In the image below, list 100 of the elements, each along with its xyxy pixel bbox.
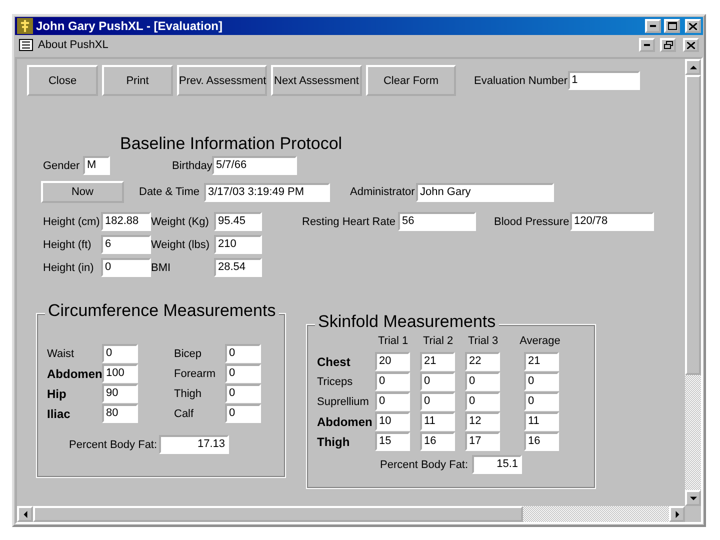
- minimize-icon: [650, 25, 656, 27]
- field-label: Weight (lbs): [151, 238, 210, 250]
- restore-icon: [664, 41, 672, 49]
- field-label: Percent Body Fat:: [69, 438, 158, 450]
- field-label: Height (in): [43, 262, 95, 274]
- field-label: Abdomen: [47, 366, 102, 380]
- field-label: Height (ft): [43, 238, 92, 250]
- column-header: Average: [518, 335, 562, 347]
- input-field[interactable]: 0: [101, 258, 151, 277]
- input-field[interactable]: 182.88: [101, 212, 151, 231]
- scroll-right-button[interactable]: [669, 506, 685, 522]
- field-label: Waist: [47, 348, 76, 360]
- input-field[interactable]: 0: [524, 372, 559, 391]
- input-field[interactable]: 56: [398, 212, 476, 231]
- restore-button[interactable]: [660, 38, 676, 52]
- scroll-down-button[interactable]: [685, 490, 701, 506]
- field-label: Thigh: [317, 434, 351, 448]
- input-field[interactable]: 28.54: [214, 258, 262, 277]
- input-field[interactable]: 12: [465, 412, 500, 431]
- input-field[interactable]: 21: [524, 352, 559, 371]
- close-button[interactable]: [685, 19, 701, 33]
- field-label: Abdomen: [317, 414, 374, 428]
- input-field[interactable]: 21: [420, 352, 455, 371]
- field-label: Blood Pressure: [494, 216, 570, 228]
- menu-item[interactable]: About PushXL: [38, 39, 634, 51]
- field-label: Evaluation Number: [474, 74, 568, 86]
- field-label: Forearm: [174, 368, 217, 380]
- input-field[interactable]: 16: [524, 432, 559, 451]
- input-field[interactable]: 0: [102, 344, 138, 363]
- input-field[interactable]: 17: [465, 432, 500, 451]
- administrator-field[interactable]: John Gary: [416, 182, 554, 202]
- maximize-button[interactable]: [664, 19, 680, 33]
- horizontal-scrollbar[interactable]: [17, 506, 685, 522]
- input-field[interactable]: 0: [465, 392, 500, 411]
- input-field[interactable]: 11: [524, 412, 559, 431]
- minimize-button[interactable]: [645, 19, 661, 33]
- left-arrow-icon: [22, 510, 28, 518]
- field-label: Bicep: [174, 348, 203, 360]
- close-icon: [689, 22, 697, 30]
- field-label: Calf: [174, 408, 195, 420]
- field-label: Date & Time: [139, 186, 201, 198]
- now-button[interactable]: Now: [41, 181, 124, 203]
- input-field[interactable]: 210: [214, 235, 262, 254]
- input-field[interactable]: 10: [375, 412, 410, 431]
- field-label: Triceps: [317, 376, 354, 388]
- vertical-scrollbar[interactable]: [685, 59, 701, 506]
- toolbar-button[interactable]: Next Assessment: [271, 65, 362, 96]
- gender-field[interactable]: M: [83, 156, 110, 175]
- close-button[interactable]: [683, 38, 699, 52]
- input-field[interactable]: 0: [225, 404, 261, 423]
- input-field[interactable]: 11: [420, 412, 455, 431]
- input-field[interactable]: 95.45: [214, 212, 262, 231]
- toolbar-button[interactable]: Clear Form: [366, 65, 456, 96]
- toolbar-button[interactable]: Print: [102, 65, 173, 96]
- column-header: Trial 2: [422, 335, 454, 347]
- document-icon: [19, 39, 33, 51]
- close-icon: [687, 42, 695, 48]
- toolbar-button[interactable]: Prev. Assessment: [177, 65, 267, 96]
- input-field[interactable]: 15: [375, 432, 410, 451]
- input-field[interactable]: 100: [102, 364, 138, 383]
- field-label: Birthday: [172, 160, 212, 172]
- input-field[interactable]: 0: [524, 392, 559, 411]
- down-arrow-icon: [690, 494, 696, 502]
- toolbar-button[interactable]: Close: [27, 65, 98, 96]
- scroll-left-button[interactable]: [17, 506, 33, 522]
- date-time-field[interactable]: 3/17/03 3:19:49 PM: [204, 182, 330, 202]
- minimize-button[interactable]: [639, 38, 655, 52]
- input-field[interactable]: 6: [101, 235, 151, 254]
- input-field[interactable]: 20: [375, 352, 410, 371]
- input-field[interactable]: 0: [420, 372, 455, 391]
- input-field[interactable]: 0: [420, 392, 455, 411]
- scroll-up-button[interactable]: [685, 59, 701, 75]
- input-field[interactable]: 0: [375, 392, 410, 411]
- input-field[interactable]: 120/78: [570, 212, 654, 231]
- field-label: Hip: [47, 386, 68, 400]
- input-field[interactable]: 80: [102, 404, 138, 423]
- body-fat-field[interactable]: 17.13: [159, 435, 229, 454]
- input-field[interactable]: 90: [102, 384, 138, 403]
- right-arrow-icon: [674, 510, 680, 518]
- field-label: Suprellium: [317, 396, 370, 408]
- column-header: Trial 3: [467, 335, 500, 347]
- input-field[interactable]: 16: [420, 432, 455, 451]
- evaluation-number-field[interactable]: 1: [568, 71, 640, 90]
- input-field[interactable]: 0: [225, 384, 261, 403]
- minimize-icon: [644, 44, 650, 46]
- input-field[interactable]: 0: [465, 372, 500, 391]
- input-field[interactable]: 22: [465, 352, 500, 371]
- field-label: Gender: [43, 160, 81, 172]
- field-label: Administrator: [350, 186, 416, 198]
- field-label: BMI: [151, 262, 172, 274]
- window-title: John Gary PushXL - [Evaluation]: [36, 19, 224, 33]
- birthday-field[interactable]: 5/7/66: [212, 156, 297, 175]
- field-label: Thigh: [174, 388, 203, 400]
- field-label: Resting Heart Rate: [302, 216, 397, 228]
- field-label: Iliac: [47, 406, 72, 420]
- input-field[interactable]: 0: [225, 364, 261, 383]
- body-fat-field[interactable]: 15.1: [472, 455, 522, 474]
- input-field[interactable]: 0: [375, 372, 410, 391]
- input-field[interactable]: 0: [225, 344, 261, 363]
- field-label: Chest: [317, 354, 352, 368]
